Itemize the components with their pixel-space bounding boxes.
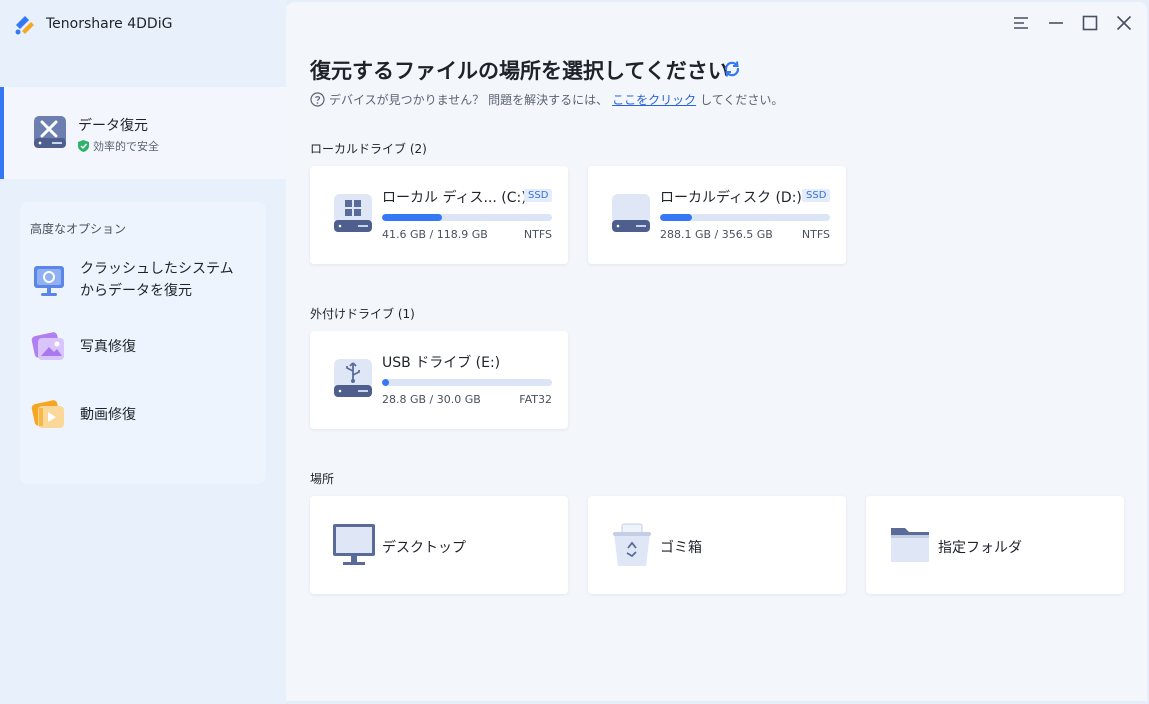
help-question-icon (310, 92, 325, 107)
ssd-badge: SSD (802, 189, 831, 202)
drive-name: ローカルディスク (D:) (660, 190, 802, 206)
close-icon (1116, 15, 1132, 31)
refresh-button[interactable] (722, 59, 742, 83)
windows-drive-icon (334, 194, 372, 232)
sidebar-item-label: データ復元 (78, 118, 148, 134)
advanced-options-title: 高度なオプション (30, 222, 127, 236)
app-title: Tenorshare 4DDiG (46, 16, 173, 32)
crash-recovery-label-line2: からデータを復元 (80, 283, 192, 299)
drive-filesystem: NTFS (801, 228, 830, 241)
video-repair-label: 動画修復 (80, 407, 136, 423)
sidebar-item-video-repair[interactable]: 動画修復 (30, 398, 136, 432)
drive-usage-fill (660, 214, 693, 221)
sidebar-item-photo-repair[interactable]: 写真修復 (30, 330, 136, 364)
external-drives-label: 外付けドライブ (1) (310, 307, 415, 321)
maximize-button[interactable] (1079, 12, 1101, 34)
help-prefix-text: デバイスが見つかりません？ 問題を解決するには、 (329, 93, 609, 107)
safe-text: 効率的で安全 (93, 140, 159, 153)
usb-drive-icon (334, 359, 372, 397)
drive-card-e[interactable]: USB ドライブ (E:) 28.8 GB / 30.0 GB FAT32 (310, 331, 568, 429)
location-name: 指定フォルダ (938, 540, 1022, 556)
drive-usage-bar (660, 214, 830, 221)
local-drive-icon (612, 194, 650, 232)
drive-usage-bar (382, 214, 552, 221)
sidebar-item-sublabel: 効率的で安全 (78, 138, 159, 154)
crashed-system-monitor-icon (34, 266, 64, 296)
help-line: デバイスが見つかりません？ 問題を解決するには、 ここをクリック してください。 (310, 91, 783, 108)
data-recovery-tools-icon (34, 116, 66, 148)
active-indicator (0, 87, 4, 179)
sidebar-item-data-recovery[interactable]: データ復元 効率的で安全 (0, 87, 286, 179)
menu-icon (1014, 17, 1028, 29)
shield-check-icon (78, 140, 89, 152)
drive-usage-fill (382, 214, 442, 221)
drive-size: 41.6 GB / 118.9 GB (382, 228, 488, 241)
folder-icon (891, 528, 929, 562)
ssd-badge: SSD (524, 189, 553, 202)
video-repair-icon (31, 400, 64, 428)
crash-recovery-label: クラッシュしたシステム からデータを復元 (80, 258, 234, 302)
app-logo-icon (15, 16, 34, 35)
location-name: ゴミ箱 (660, 540, 702, 556)
page-title: 復元するファイルの場所を選択してください (310, 59, 729, 83)
photo-repair-icon (31, 332, 64, 360)
main-panel: 復元するファイルの場所を選択してください デバイスが見つかりません？ 問題を解決… (286, 2, 1147, 701)
help-suffix-text: してください。 (700, 93, 784, 107)
sidebar: Tenorshare 4DDiG データ復元 効率的で安全 高度なオプション ク… (0, 0, 286, 704)
locations-label: 場所 (310, 472, 335, 486)
minimize-button[interactable] (1045, 12, 1067, 34)
drive-usage-fill (382, 379, 389, 386)
drive-name: USB ドライブ (E:) (382, 355, 501, 371)
drive-size: 288.1 GB / 356.5 GB (660, 228, 773, 241)
help-link[interactable]: ここをクリック (612, 91, 696, 108)
drive-card-c[interactable]: ローカル ディス... (C:) SSD 41.6 GB / 118.9 GB … (310, 166, 568, 264)
drive-filesystem: NTFS (523, 228, 552, 241)
advanced-options-panel: 高度なオプション クラッシュしたシステム からデータを復元 写真修復 動画修復 (20, 202, 266, 484)
local-drives-label: ローカルドライブ (2) (310, 142, 427, 156)
maximize-icon (1082, 15, 1098, 31)
location-card-desktop[interactable]: デスクトップ (310, 496, 568, 594)
drive-name: ローカル ディス... (C:) (382, 190, 527, 206)
refresh-icon (724, 61, 740, 77)
menu-button[interactable] (1010, 12, 1032, 34)
location-card-folder[interactable]: 指定フォルダ (866, 496, 1124, 594)
sidebar-item-crash-recovery[interactable]: クラッシュしたシステム からデータを復元 (30, 258, 234, 302)
drive-card-d[interactable]: ローカルディスク (D:) SSD 288.1 GB / 356.5 GB NT… (588, 166, 846, 264)
recycle-bin-icon (613, 523, 651, 566)
close-button[interactable] (1113, 12, 1135, 34)
drive-filesystem: FAT32 (519, 393, 552, 406)
photo-repair-label: 写真修復 (80, 339, 136, 355)
drive-size: 28.8 GB / 30.0 GB (382, 393, 481, 406)
minimize-icon (1049, 22, 1063, 24)
location-card-recycle-bin[interactable]: ゴミ箱 (588, 496, 846, 594)
drive-usage-bar (382, 379, 552, 386)
crash-recovery-label-line1: クラッシュしたシステム (80, 261, 234, 277)
desktop-monitor-icon (333, 524, 375, 565)
location-name: デスクトップ (382, 540, 466, 556)
app-brand: Tenorshare 4DDiG (12, 11, 172, 37)
